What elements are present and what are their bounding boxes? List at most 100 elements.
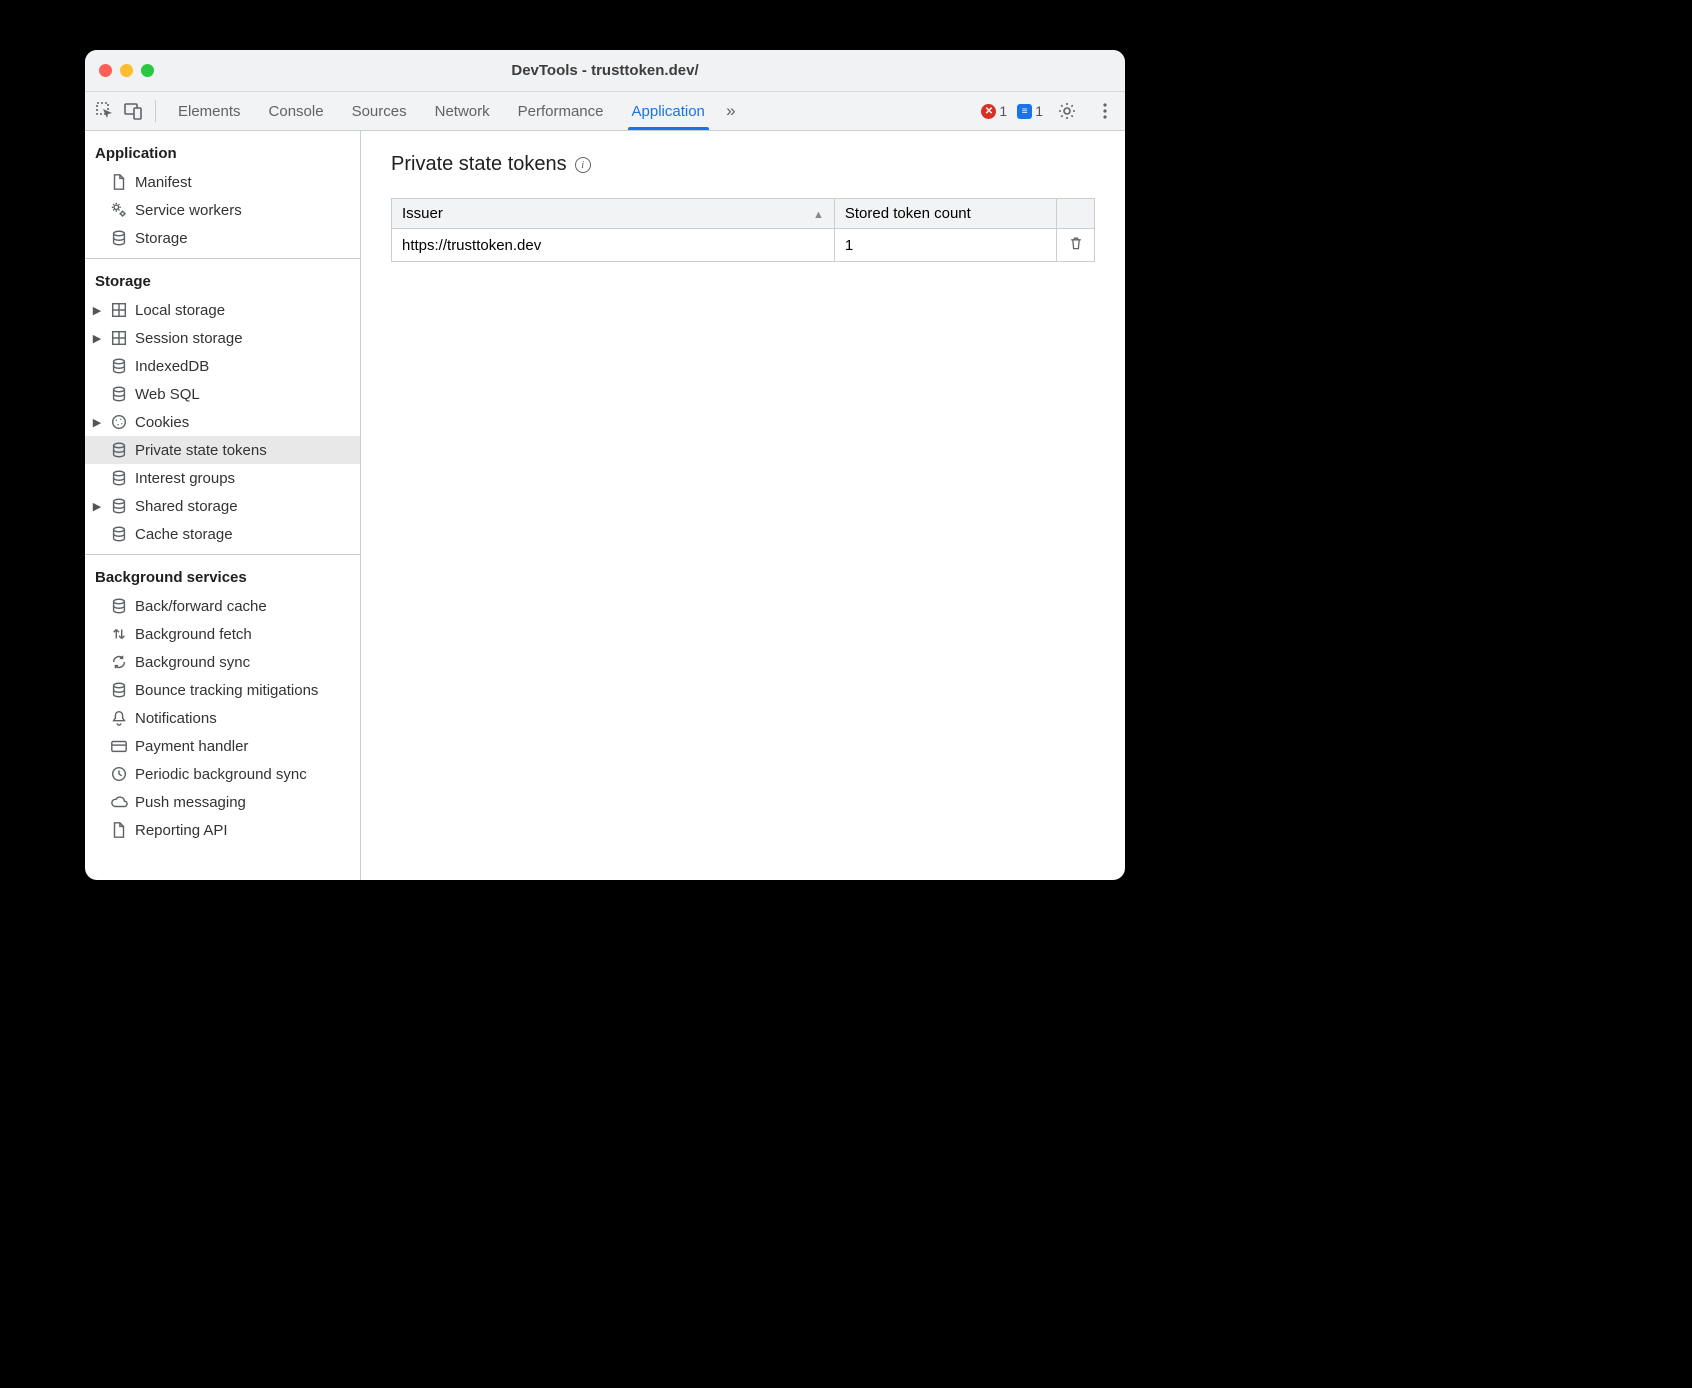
sidebar-item-label: Manifest <box>135 174 192 191</box>
cell-issuer: https://trusttoken.dev <box>392 229 835 262</box>
cell-delete <box>1057 229 1095 262</box>
sidebar-item-manifest[interactable]: Manifest <box>85 168 360 196</box>
column-header-count[interactable]: Stored token count <box>834 199 1056 229</box>
devtools-tabs: ElementsConsoleSourcesNetworkPerformance… <box>164 92 719 130</box>
sidebar-item-label: Notifications <box>135 710 217 727</box>
sidebar-item-interest-groups[interactable]: Interest groups <box>85 464 360 492</box>
window-titlebar: DevTools - trusttoken.dev/ <box>85 50 1125 92</box>
sidebar-item-storage[interactable]: Storage <box>85 224 360 252</box>
sidebar-item-label: Background fetch <box>135 626 252 643</box>
grid-icon <box>109 300 129 320</box>
inspect-element-icon[interactable] <box>95 101 115 121</box>
sidebar-item-web-sql[interactable]: Web SQL <box>85 380 360 408</box>
kebab-menu-icon[interactable] <box>1095 101 1115 121</box>
sort-asc-icon: ▲ <box>813 209 824 221</box>
sidebar-item-label: Storage <box>135 230 188 247</box>
issue-icon: ≡ <box>1017 104 1032 119</box>
sync-icon <box>109 652 129 672</box>
sidebar-item-background-fetch[interactable]: Background fetch <box>85 620 360 648</box>
expander-icon[interactable]: ▶ <box>91 500 103 513</box>
sidebar-item-label: Private state tokens <box>135 442 267 459</box>
section-title-background-services: Background services <box>85 555 360 592</box>
sidebar-item-cache-storage[interactable]: Cache storage <box>85 520 360 548</box>
tab-console[interactable]: Console <box>255 92 338 130</box>
sidebar-item-label: Interest groups <box>135 470 235 487</box>
cookie-icon <box>109 412 129 432</box>
sidebar-item-push-messaging[interactable]: Push messaging <box>85 788 360 816</box>
sidebar-item-periodic-background-sync[interactable]: Periodic background sync <box>85 760 360 788</box>
expander-icon[interactable]: ▶ <box>91 416 103 429</box>
devtools-window: DevTools - trusttoken.dev/ ElementsConso… <box>85 50 1125 880</box>
expander-icon[interactable]: ▶ <box>91 304 103 317</box>
sidebar-item-back/forward-cache[interactable]: Back/forward cache <box>85 592 360 620</box>
sidebar-item-label: Local storage <box>135 302 225 319</box>
application-sidebar: ApplicationManifestService workersStorag… <box>85 131 361 880</box>
devtools-toolbar: ElementsConsoleSourcesNetworkPerformance… <box>85 92 1125 131</box>
gears-icon <box>109 200 129 220</box>
panel-heading-row: Private state tokens i <box>391 153 1095 176</box>
sidebar-item-shared-storage[interactable]: ▶ Shared storage <box>85 492 360 520</box>
issues-badge[interactable]: ≡ 1 <box>1017 103 1043 119</box>
updown-icon <box>109 624 129 644</box>
issues-count: 1 <box>1035 103 1043 119</box>
more-tabs-icon[interactable]: » <box>721 101 741 121</box>
cloud-icon <box>109 792 129 812</box>
sidebar-item-service-workers[interactable]: Service workers <box>85 196 360 224</box>
sidebar-item-private-state-tokens[interactable]: Private state tokens <box>85 436 360 464</box>
column-header-issuer[interactable]: Issuer ▲ <box>392 199 835 229</box>
db-icon <box>109 356 129 376</box>
clock-icon <box>109 764 129 784</box>
sidebar-item-local-storage[interactable]: ▶ Local storage <box>85 296 360 324</box>
sidebar-item-label: Reporting API <box>135 822 228 839</box>
main-panel: Private state tokens i Issuer ▲ Stored t… <box>361 131 1125 880</box>
db-icon <box>109 524 129 544</box>
tab-performance[interactable]: Performance <box>504 92 618 130</box>
sidebar-item-label: Session storage <box>135 330 243 347</box>
db-icon <box>109 468 129 488</box>
table-row[interactable]: https://trusttoken.dev1 <box>392 229 1095 262</box>
sidebar-item-label: Periodic background sync <box>135 766 307 783</box>
sidebar-item-label: Payment handler <box>135 738 248 755</box>
sidebar-item-label: Web SQL <box>135 386 200 403</box>
tokens-table: Issuer ▲ Stored token count https://trus… <box>391 198 1095 262</box>
tab-elements[interactable]: Elements <box>164 92 255 130</box>
sidebar-item-bounce-tracking-mitigations[interactable]: Bounce tracking mitigations <box>85 676 360 704</box>
trash-icon[interactable] <box>1068 238 1084 255</box>
device-toolbar-icon[interactable] <box>123 101 143 121</box>
sidebar-item-cookies[interactable]: ▶ Cookies <box>85 408 360 436</box>
doc-icon <box>109 820 129 840</box>
card-icon <box>109 736 129 756</box>
sidebar-item-label: Cache storage <box>135 526 233 543</box>
sidebar-item-indexeddb[interactable]: IndexedDB <box>85 352 360 380</box>
sidebar-item-label: Background sync <box>135 654 250 671</box>
tab-sources[interactable]: Sources <box>338 92 421 130</box>
info-icon[interactable]: i <box>575 157 591 173</box>
settings-icon[interactable] <box>1057 101 1077 121</box>
section-title-storage: Storage <box>85 259 360 296</box>
window-title: DevTools - trusttoken.dev/ <box>85 62 1125 79</box>
sidebar-item-reporting-api[interactable]: Reporting API <box>85 816 360 844</box>
bell-icon <box>109 708 129 728</box>
errors-badge[interactable]: ✕ 1 <box>981 103 1007 119</box>
devtools-body: ApplicationManifestService workersStorag… <box>85 131 1125 880</box>
sidebar-item-session-storage[interactable]: ▶ Session storage <box>85 324 360 352</box>
db-icon <box>109 228 129 248</box>
sidebar-item-background-sync[interactable]: Background sync <box>85 648 360 676</box>
sidebar-item-label: Back/forward cache <box>135 598 267 615</box>
column-header-actions <box>1057 199 1095 229</box>
sidebar-item-notifications[interactable]: Notifications <box>85 704 360 732</box>
db-icon <box>109 496 129 516</box>
sidebar-item-label: Cookies <box>135 414 189 431</box>
sidebar-item-label: Shared storage <box>135 498 238 515</box>
errors-count: 1 <box>999 103 1007 119</box>
expander-icon[interactable]: ▶ <box>91 332 103 345</box>
tab-network[interactable]: Network <box>421 92 504 130</box>
cell-count: 1 <box>834 229 1056 262</box>
db-icon <box>109 440 129 460</box>
sidebar-item-label: Bounce tracking mitigations <box>135 682 318 699</box>
sidebar-item-label: Service workers <box>135 202 242 219</box>
db-icon <box>109 680 129 700</box>
sidebar-item-payment-handler[interactable]: Payment handler <box>85 732 360 760</box>
sidebar-item-label: IndexedDB <box>135 358 209 375</box>
tab-application[interactable]: Application <box>618 92 719 130</box>
